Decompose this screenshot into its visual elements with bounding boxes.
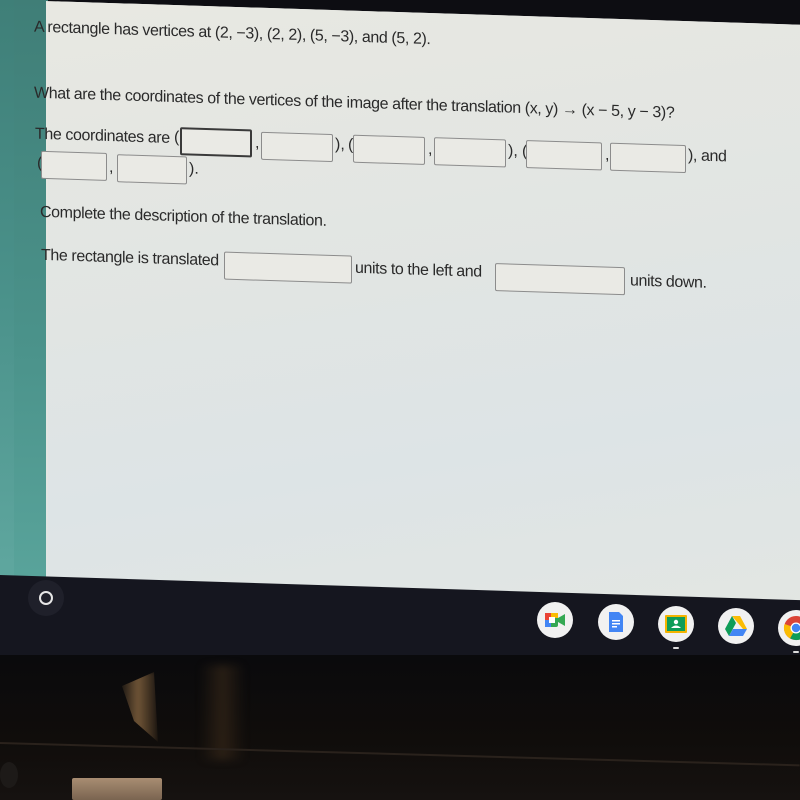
open-paren: ( bbox=[174, 129, 180, 147]
close-paren-period: ). bbox=[189, 160, 199, 178]
app-running-indicator bbox=[673, 647, 679, 649]
down-suffix: units down. bbox=[630, 272, 707, 292]
comma: , bbox=[605, 146, 610, 164]
vertex-3-y-input[interactable] bbox=[610, 142, 686, 174]
vertex-1-x-field[interactable] bbox=[182, 129, 250, 156]
app-running-indicator bbox=[793, 651, 799, 653]
down-units-input[interactable] bbox=[495, 263, 625, 296]
classroom-icon bbox=[665, 615, 687, 633]
down-units-field[interactable] bbox=[496, 264, 624, 295]
close-paren-comma: ), bbox=[508, 142, 518, 160]
vertex-4-x-input[interactable] bbox=[41, 150, 107, 181]
left-units-input[interactable] bbox=[224, 251, 352, 284]
light-reflection bbox=[200, 665, 245, 760]
close-paren-comma: ), bbox=[335, 136, 345, 154]
left-units-field[interactable] bbox=[225, 252, 351, 283]
vertex-1-y-input[interactable] bbox=[261, 131, 333, 163]
problem-statement: A rectangle has vertices at (2, −3), (2,… bbox=[34, 18, 431, 49]
vertex-1-y-field[interactable] bbox=[262, 132, 332, 161]
launcher-circle-icon bbox=[39, 591, 53, 605]
translation-prefix: The rectangle is translated bbox=[41, 246, 219, 270]
coordinates-prefix: The coordinates are bbox=[35, 125, 170, 147]
question-content: A rectangle has vertices at (2, −3), (2,… bbox=[34, 1, 800, 626]
vertex-3-y-field[interactable] bbox=[611, 143, 685, 173]
vertex-2-x-field[interactable] bbox=[354, 135, 424, 164]
meet-icon bbox=[545, 613, 565, 627]
left-suffix: units to the left and bbox=[355, 259, 482, 281]
description-prompt: Complete the description of the translat… bbox=[40, 203, 327, 230]
vertex-1-x-input[interactable] bbox=[180, 127, 252, 158]
comma: , bbox=[428, 141, 433, 159]
shelf-app-drive[interactable] bbox=[718, 608, 754, 644]
close-paren-and: ), and bbox=[688, 147, 727, 166]
keyboard-key-edge bbox=[72, 778, 162, 800]
comma: , bbox=[255, 134, 260, 152]
drive-icon bbox=[725, 616, 747, 636]
chrome-icon bbox=[783, 616, 800, 641]
shelf-app-classroom[interactable] bbox=[658, 606, 694, 649]
vertex-3-x-field[interactable] bbox=[527, 141, 601, 170]
hinge-detail bbox=[0, 762, 18, 788]
vertex-4-x-field[interactable] bbox=[42, 151, 106, 180]
vertex-4-y-field[interactable] bbox=[118, 155, 186, 184]
vertex-3-x-input[interactable] bbox=[526, 140, 602, 171]
vertex-2-x-input[interactable] bbox=[353, 134, 425, 165]
vertex-4-y-input[interactable] bbox=[117, 154, 187, 185]
question-page: A rectangle has vertices at (2, −3), (2,… bbox=[14, 0, 800, 626]
vertex-2-y-field[interactable] bbox=[435, 138, 505, 167]
vertex-2-y-input[interactable] bbox=[434, 137, 506, 168]
launcher-button[interactable] bbox=[28, 580, 64, 616]
shelf-app-docs[interactable] bbox=[598, 604, 634, 640]
photo-of-screen: A rectangle has vertices at (2, −3), (2,… bbox=[0, 0, 800, 800]
comma: , bbox=[109, 158, 114, 177]
shelf-app-meet[interactable] bbox=[537, 602, 573, 638]
docs-icon bbox=[609, 612, 623, 632]
question-text: What are the coordinates of the vertices… bbox=[34, 84, 675, 122]
